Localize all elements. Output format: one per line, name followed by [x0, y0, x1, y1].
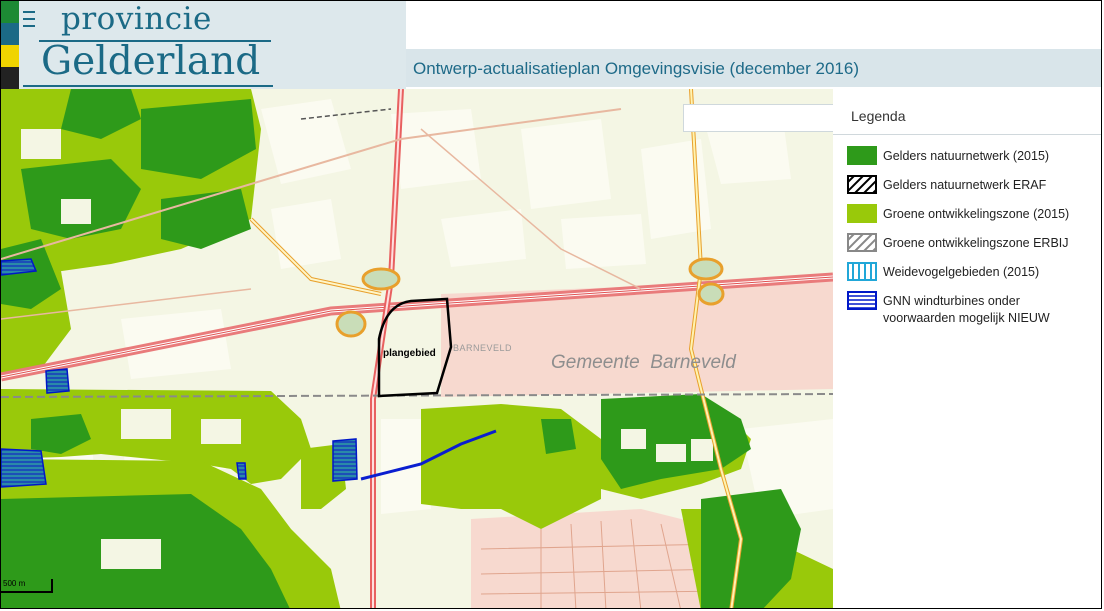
legend-swatch [847, 146, 877, 165]
legend-item[interactable]: Gelders natuurnetwerk (2015) [847, 146, 1083, 175]
logo-stripe [1, 1, 19, 23]
logo-word-provincie: provincie [61, 1, 212, 37]
logo-color-stripes [1, 1, 19, 89]
page-title: Ontwerp-actualisatieplan Omgevingsvisie … [413, 59, 859, 78]
legend-swatch [847, 291, 877, 310]
legend-item[interactable]: Groene ontwikkelingszone (2015) [847, 204, 1083, 233]
legend-list: Gelders natuurnetwerk (2015) Gelders nat… [847, 146, 1083, 331]
legend-divider [833, 134, 1101, 135]
province-logo: provincie Gelderland [1, 1, 406, 89]
scale-label: 500 m [3, 579, 26, 588]
logo-stripe [1, 23, 19, 45]
logo-underline [23, 85, 273, 87]
legend-swatch [847, 175, 877, 194]
legend-item-label: GNN windturbines onder voorwaarden mogel… [883, 294, 1050, 325]
legend-item-label: Groene ontwikkelingszone ERBIJ [883, 236, 1069, 250]
legend-tab[interactable] [683, 104, 833, 132]
legend-item-label: Gelders natuurnetwerk (2015) [883, 149, 1050, 163]
map-label-plangebied: plangebied [383, 348, 436, 359]
legend-item-label: Gelders natuurnetwerk ERAF [883, 178, 1047, 192]
map-label-town: BARNEVELD [453, 343, 513, 353]
legend-item[interactable]: Gelders natuurnetwerk ERAF [847, 175, 1083, 204]
legend-swatch [847, 233, 877, 252]
legend-item[interactable]: GNN windturbines onder voorwaarden mogel… [847, 291, 1083, 331]
legend-item[interactable]: Groene ontwikkelingszone ERBIJ [847, 233, 1083, 262]
map-label-municipality: Gemeente Barneveld [551, 352, 736, 373]
legend-swatch [847, 204, 877, 223]
logo-lines-icon [23, 11, 35, 32]
viewer-frame: plangebied BARNEVELD Gemeente Barneveld … [0, 0, 1102, 609]
logo-word-gelderland: Gelderland [41, 39, 261, 84]
legend-item[interactable]: Weidevogelgebieden (2015) [847, 262, 1083, 291]
legend-panel: Legenda Gelders natuurnetwerk (2015) Gel… [833, 96, 1101, 608]
legend-item-label: Groene ontwikkelingszone (2015) [883, 207, 1070, 221]
logo-stripe [1, 67, 19, 89]
legend-swatch [847, 262, 877, 281]
legend-heading: Legenda [851, 108, 906, 124]
logo-stripe [1, 45, 19, 67]
legend-item-label: Weidevogelgebieden (2015) [883, 265, 1040, 279]
